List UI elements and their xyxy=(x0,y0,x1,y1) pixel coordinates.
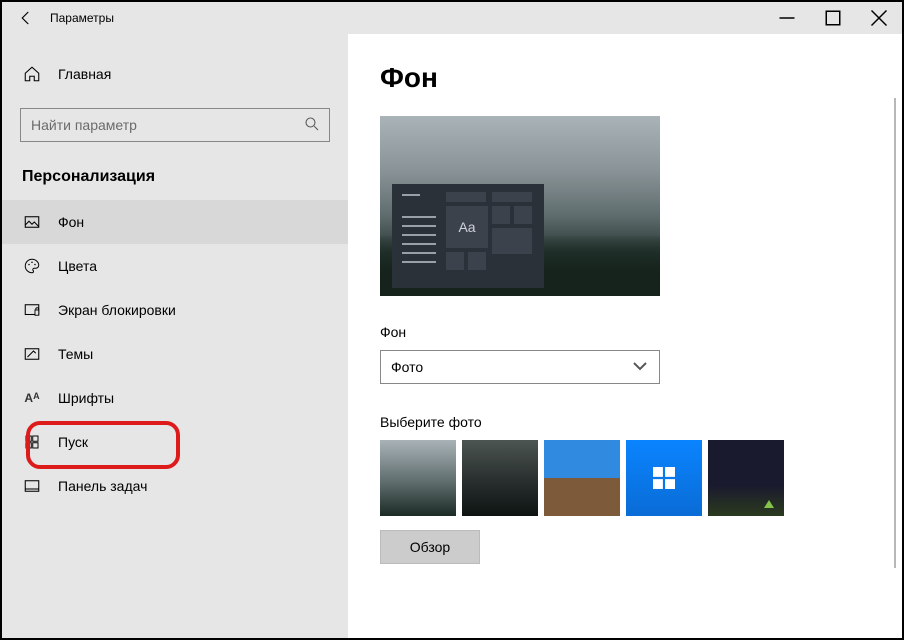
page-heading: Фон xyxy=(380,62,862,94)
desktop-preview: Aa xyxy=(380,116,660,296)
browse-button[interactable]: Обзор xyxy=(380,530,480,564)
sidebar-item-label: Темы xyxy=(58,346,93,362)
content-area: Фон Aa xyxy=(348,34,902,638)
minimize-icon xyxy=(778,9,796,27)
preview-aa-tile: Aa xyxy=(446,206,488,248)
background-icon xyxy=(22,213,42,231)
sidebar-item-label: Экран блокировки xyxy=(58,302,176,318)
sidebar-item-label: Панель задач xyxy=(58,478,147,494)
chevron-down-icon xyxy=(631,357,649,378)
maximize-icon xyxy=(824,9,842,27)
sidebar-item-background[interactable]: Фон xyxy=(2,200,348,244)
preview-mock-start: Aa xyxy=(392,184,544,288)
photo-thumb-2[interactable] xyxy=(462,440,538,516)
sidebar-item-label: Шрифты xyxy=(58,390,114,406)
browse-button-label: Обзор xyxy=(410,539,450,555)
photo-thumb-1[interactable] xyxy=(380,440,456,516)
search-icon xyxy=(295,115,329,136)
close-button[interactable] xyxy=(856,2,902,34)
window-title: Параметры xyxy=(50,11,114,25)
sidebar-home[interactable]: Главная xyxy=(2,52,348,96)
sidebar-item-taskbar[interactable]: Панель задач xyxy=(2,464,348,508)
sidebar-item-start[interactable]: Пуск xyxy=(2,420,348,464)
maximize-button[interactable] xyxy=(810,2,856,34)
sidebar-item-colors[interactable]: Цвета xyxy=(2,244,348,288)
sidebar-item-lockscreen[interactable]: Экран блокировки xyxy=(2,288,348,332)
search-input[interactable] xyxy=(21,117,295,133)
sidebar-item-themes[interactable]: Темы xyxy=(2,332,348,376)
photo-thumbnails xyxy=(380,440,862,516)
sidebar-home-label: Главная xyxy=(58,66,111,82)
sidebar: Главная Персонализация Фон Цвета Э xyxy=(2,34,348,638)
background-type-select[interactable]: Фото xyxy=(380,350,660,384)
background-type-label: Фон xyxy=(380,324,862,340)
sidebar-item-label: Пуск xyxy=(58,434,88,450)
themes-icon xyxy=(22,345,42,363)
minimize-button[interactable] xyxy=(764,2,810,34)
fonts-icon: AA xyxy=(22,391,42,405)
photo-thumb-4[interactable] xyxy=(626,440,702,516)
arrow-left-icon xyxy=(17,9,35,27)
back-button[interactable] xyxy=(2,2,50,34)
sidebar-item-label: Цвета xyxy=(58,258,97,274)
taskbar-icon xyxy=(22,477,42,495)
lock-screen-icon xyxy=(22,301,42,319)
sidebar-section-header: Персонализация xyxy=(2,150,348,200)
home-icon xyxy=(22,65,42,83)
content-scrollbar[interactable] xyxy=(894,98,896,568)
close-icon xyxy=(870,9,888,27)
start-icon xyxy=(22,433,42,451)
sidebar-item-label: Фон xyxy=(58,214,84,230)
photo-thumb-5[interactable] xyxy=(708,440,784,516)
photo-thumb-3[interactable] xyxy=(544,440,620,516)
titlebar: Параметры xyxy=(2,2,902,34)
colors-icon xyxy=(22,257,42,275)
search-box[interactable] xyxy=(20,108,330,142)
choose-photo-label: Выберите фото xyxy=(380,414,862,430)
select-value: Фото xyxy=(391,359,423,375)
sidebar-item-fonts[interactable]: AA Шрифты xyxy=(2,376,348,420)
window-controls xyxy=(764,2,902,34)
